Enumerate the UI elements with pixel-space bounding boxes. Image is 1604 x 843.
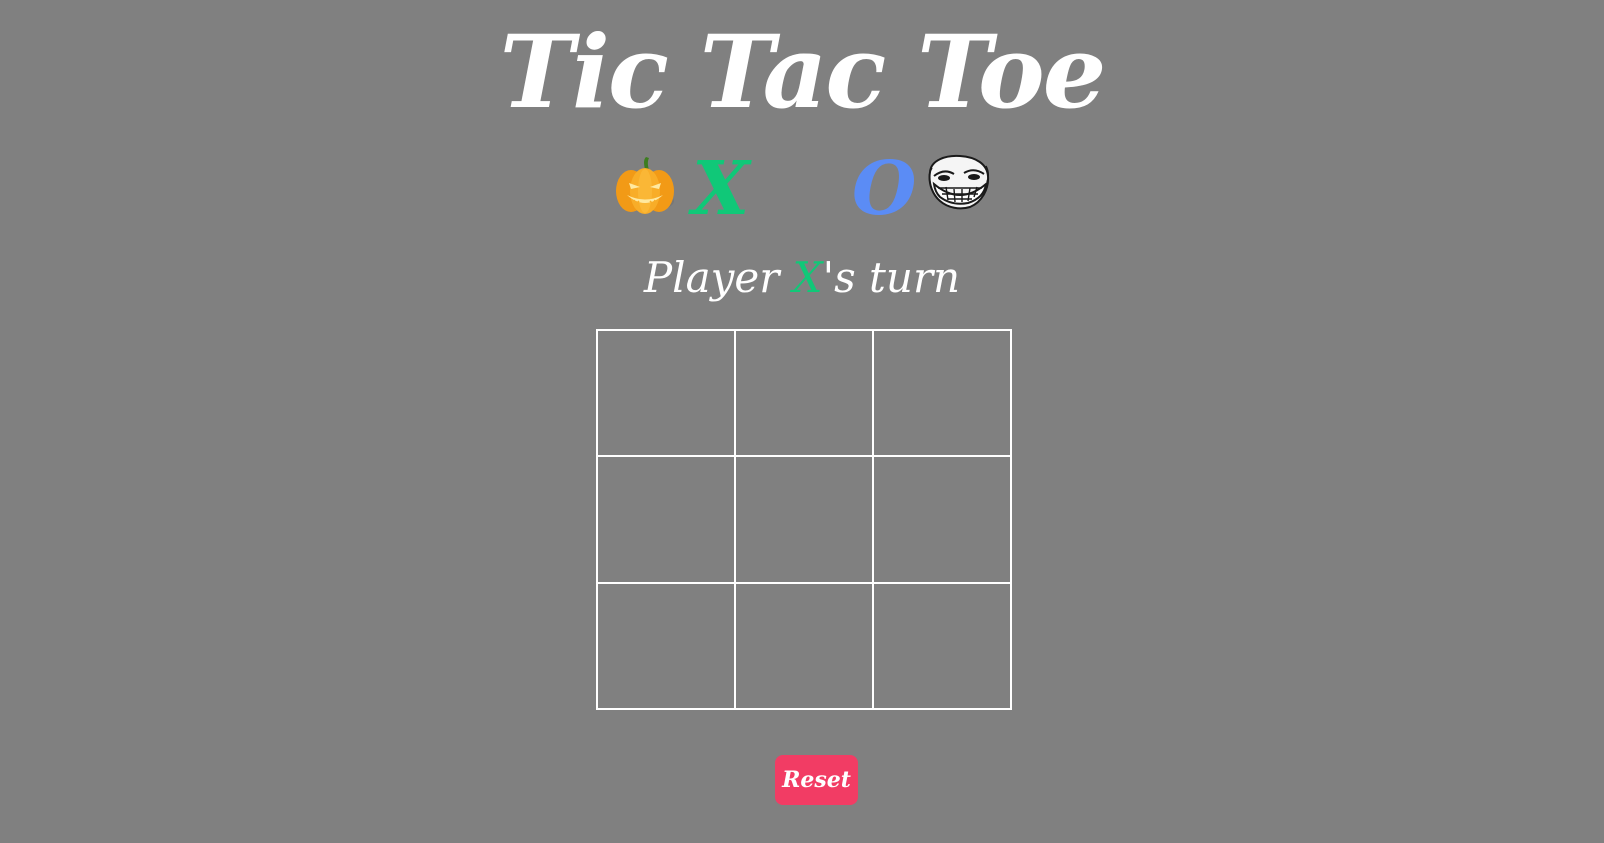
board-cell[interactable] xyxy=(873,582,1011,709)
board-cell[interactable] xyxy=(597,456,735,583)
board-cell[interactable] xyxy=(597,582,735,709)
game-board xyxy=(596,329,1012,710)
board-cell[interactable] xyxy=(873,330,1011,457)
turn-prefix: Player xyxy=(643,253,793,302)
player-x-mark: X xyxy=(692,146,750,232)
pumpkin-icon xyxy=(614,156,678,222)
board-cell[interactable] xyxy=(735,582,873,709)
reset-button[interactable]: Reset xyxy=(775,755,858,805)
board-cell[interactable] xyxy=(597,330,735,457)
turn-suffix: 's turn xyxy=(822,253,961,302)
board-cell[interactable] xyxy=(735,330,873,457)
board-cell[interactable] xyxy=(873,456,1011,583)
player-o-mark: O xyxy=(852,146,917,232)
troll-face-icon xyxy=(924,154,990,214)
game-title: Tic Tac Toe xyxy=(499,13,1107,131)
turn-indicator: Player X's turn xyxy=(0,248,1604,308)
current-player-mark: X xyxy=(792,253,823,302)
players-bar: X O xyxy=(0,146,1604,232)
board-cell[interactable] xyxy=(735,456,873,583)
